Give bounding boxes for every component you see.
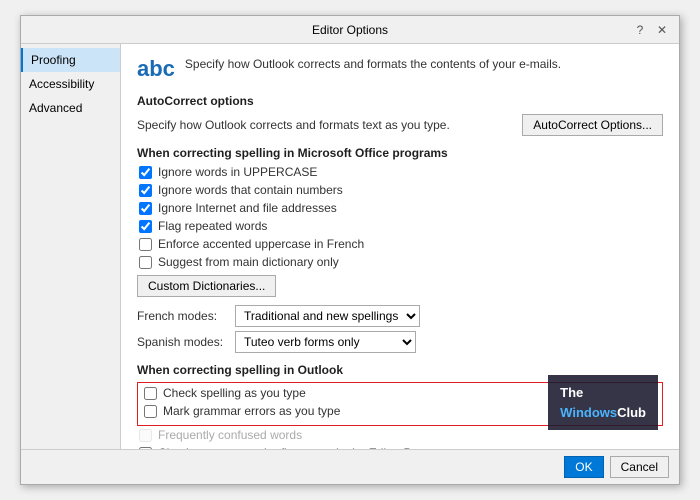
autocorrect-section: AutoCorrect options Specify how Outlook … <box>137 94 663 136</box>
custom-dictionaries-button[interactable]: Custom Dictionaries... <box>137 275 276 297</box>
sidebar-item-proofing[interactable]: Proofing <box>21 48 120 72</box>
spanish-modes-select[interactable]: Tuteo verb forms only Voseo verb forms o… <box>235 331 416 353</box>
checkbox-ignore-internet: Ignore Internet and file addresses <box>137 201 663 215</box>
check-spelling-checkbox[interactable] <box>144 387 157 400</box>
ignore-numbers-label[interactable]: Ignore words that contain numbers <box>158 183 343 197</box>
ignore-uppercase-label[interactable]: Ignore words in UPPERCASE <box>158 165 317 179</box>
autocorrect-row: Specify how Outlook corrects and formats… <box>137 114 663 136</box>
enforce-french-label[interactable]: Enforce accented uppercase in French <box>158 237 364 251</box>
sidebar-item-accessibility[interactable]: Accessibility <box>21 72 120 96</box>
autocorrect-options-button[interactable]: AutoCorrect Options... <box>522 114 663 136</box>
ok-button[interactable]: OK <box>564 456 603 478</box>
dialog-title: Editor Options <box>69 23 631 37</box>
title-bar: Editor Options ? ✕ <box>21 16 679 44</box>
flag-repeated-label[interactable]: Flag repeated words <box>158 219 267 233</box>
ignore-internet-checkbox[interactable] <box>139 202 152 215</box>
sidebar-item-advanced[interactable]: Advanced <box>21 96 120 120</box>
check-spelling-label[interactable]: Check spelling as you type <box>163 386 306 400</box>
spelling-outlook-section: When correcting spelling in Outlook Chec… <box>137 363 663 449</box>
french-modes-label: French modes: <box>137 309 227 323</box>
sidebar: Proofing Accessibility Advanced <box>21 44 121 449</box>
suggest-main-label[interactable]: Suggest from main dictionary only <box>158 255 339 269</box>
editor-options-dialog: Editor Options ? ✕ Proofing Accessibilit… <box>20 15 680 485</box>
main-content: abc Specify how Outlook corrects and for… <box>121 44 679 449</box>
help-button[interactable]: ? <box>631 21 649 39</box>
spanish-modes-label: Spanish modes: <box>137 335 227 349</box>
header-section: abc Specify how Outlook corrects and for… <box>137 56 663 80</box>
title-controls: ? ✕ <box>631 21 671 39</box>
checkbox-ignore-numbers: Ignore words that contain numbers <box>137 183 663 197</box>
autocorrect-label: AutoCorrect options <box>137 94 663 108</box>
freq-confused-label: Frequently confused words <box>158 428 302 442</box>
spanish-modes-row: Spanish modes: Tuteo verb forms only Vos… <box>137 331 663 353</box>
close-button[interactable]: ✕ <box>653 21 671 39</box>
suggest-main-checkbox[interactable] <box>139 256 152 269</box>
checkbox-ignore-uppercase: Ignore words in UPPERCASE <box>137 165 663 179</box>
checkbox-check-spelling: Check spelling as you type <box>142 386 658 400</box>
checkbox-flag-repeated: Flag repeated words <box>137 219 663 233</box>
dialog-body: Proofing Accessibility Advanced abc Spec… <box>21 44 679 449</box>
checkbox-suggest-main: Suggest from main dictionary only <box>137 255 663 269</box>
dialog-footer: OK Cancel <box>21 449 679 484</box>
spelling-office-section: When correcting spelling in Microsoft Of… <box>137 146 663 353</box>
header-desc: Specify how Outlook corrects and formats… <box>185 56 561 73</box>
enforce-french-checkbox[interactable] <box>139 238 152 251</box>
ignore-numbers-checkbox[interactable] <box>139 184 152 197</box>
autocorrect-desc: Specify how Outlook corrects and formats… <box>137 118 450 132</box>
spelling-outlook-label: When correcting spelling in Outlook <box>137 363 663 377</box>
french-modes-row: French modes: Traditional and new spelli… <box>137 305 663 327</box>
french-modes-select[interactable]: Traditional and new spellings Traditiona… <box>235 305 420 327</box>
freq-confused-checkbox <box>139 429 152 442</box>
mark-grammar-checkbox[interactable] <box>144 405 157 418</box>
checkbox-mark-grammar: Mark grammar errors as you type <box>142 404 658 418</box>
ignore-uppercase-checkbox[interactable] <box>139 166 152 179</box>
ignore-internet-label[interactable]: Ignore Internet and file addresses <box>158 201 337 215</box>
spelling-office-label: When correcting spelling in Microsoft Of… <box>137 146 663 160</box>
checkbox-enforce-french: Enforce accented uppercase in French <box>137 237 663 251</box>
abc-icon: abc <box>137 58 175 80</box>
highlighted-checkboxes: Check spelling as you type Mark grammar … <box>137 382 663 426</box>
custom-dict-container: Custom Dictionaries... <box>137 275 663 297</box>
cancel-button[interactable]: Cancel <box>610 456 669 478</box>
checkbox-freq-confused: Frequently confused words <box>137 428 663 442</box>
mark-grammar-label[interactable]: Mark grammar errors as you type <box>163 404 340 418</box>
flag-repeated-checkbox[interactable] <box>139 220 152 233</box>
